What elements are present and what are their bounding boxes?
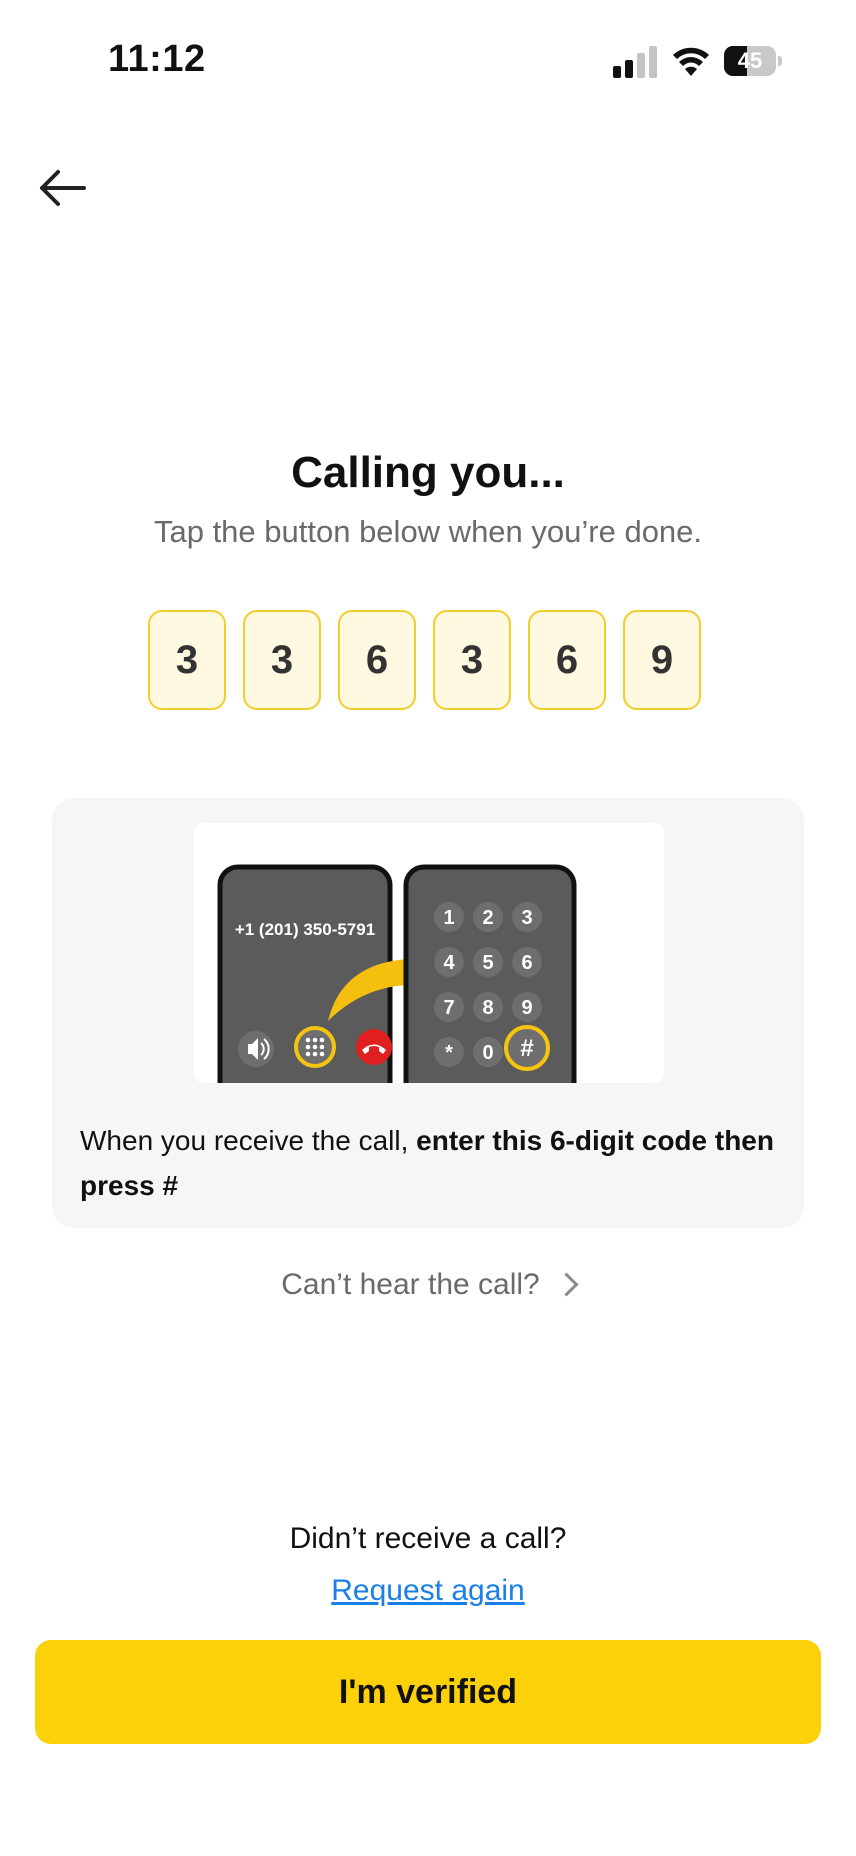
didnt-receive-text: Didn’t receive a call? <box>289 1522 567 1555</box>
keypad-key: 2 <box>482 907 493 929</box>
keypad-key: 3 <box>521 907 532 929</box>
keypad-key: 0 <box>482 1042 493 1064</box>
page-title: Calling you... <box>291 448 565 497</box>
keypad-key: 7 <box>443 997 454 1019</box>
illustration-phone-number: +1 (201) 350-5791 <box>235 920 375 939</box>
code-digit: 3 <box>433 610 511 710</box>
keypad-key: 6 <box>521 952 532 974</box>
keypad-icon <box>294 1026 336 1068</box>
verification-code: 3 3 6 3 6 9 <box>148 610 708 712</box>
signal-icon <box>613 46 657 78</box>
battery-icon: 45 <box>724 46 784 76</box>
code-digit: 9 <box>623 610 701 710</box>
hang-up-icon <box>356 1029 392 1065</box>
back-arrow-icon[interactable] <box>36 168 88 208</box>
page-subtitle: Tap the button below when you’re done. <box>153 514 703 549</box>
instruction-prefix: When you receive the call, <box>80 1125 417 1156</box>
battery-level: 45 <box>737 48 763 73</box>
status-time: 11:12 <box>108 38 206 80</box>
code-digit: 6 <box>338 610 416 710</box>
keypad-key: 1 <box>443 907 454 929</box>
code-digit: 3 <box>243 610 321 710</box>
cant-hear-call-link[interactable]: Can’t hear the call? <box>0 1268 856 1302</box>
request-again-link[interactable]: Request again <box>0 1574 856 1608</box>
code-digit: 6 <box>528 610 606 710</box>
instruction-text: When you receive the call, enter this 6-… <box>80 1118 790 1208</box>
code-digit: 3 <box>148 610 226 710</box>
im-verified-button[interactable]: I'm verified <box>35 1640 821 1744</box>
chevron-right-icon <box>554 1272 579 1297</box>
im-verified-label: I'm verified <box>338 1672 518 1711</box>
cant-hear-label: Can’t hear the call? <box>281 1268 540 1301</box>
keypad-key: * <box>445 1042 453 1064</box>
call-instruction-illustration: +1 (201) 350-5791 1 2 3 4 5 6 7 8 9 * 0 … <box>194 823 664 1083</box>
keypad-key: # <box>520 1035 533 1062</box>
wifi-icon <box>673 47 709 76</box>
speaker-icon <box>238 1031 274 1067</box>
keypad-key: 4 <box>443 952 455 974</box>
keypad-key: 9 <box>521 997 532 1019</box>
keypad-key: 5 <box>482 952 493 974</box>
keypad-key: 8 <box>482 997 493 1019</box>
